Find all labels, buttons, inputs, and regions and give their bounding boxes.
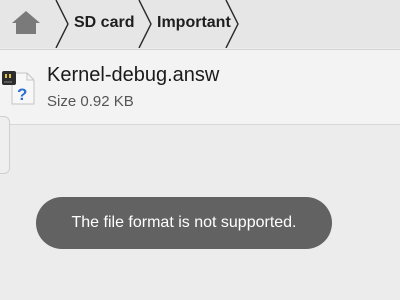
side-drawer-handle[interactable] [0,116,10,174]
file-list-item[interactable] [0,50,400,124]
breadcrumb-item-important[interactable]: Important [157,0,231,48]
breadcrumb-chevron-2 [138,0,152,48]
file-size: Size 0.92 KB [47,93,134,110]
home-icon [12,11,40,34]
home-button[interactable] [0,0,60,48]
file-icon-graphic: ? [2,71,35,105]
breadcrumb-item-sd-card[interactable]: SD card [74,0,134,48]
breadcrumb: SD card Important [0,0,400,48]
file-name: Kernel-debug.answ [47,64,220,86]
toast-message: The file format is not supported. [36,197,332,249]
unknown-file-type-icon: ? [0,70,40,108]
svg-text:?: ? [17,85,27,104]
